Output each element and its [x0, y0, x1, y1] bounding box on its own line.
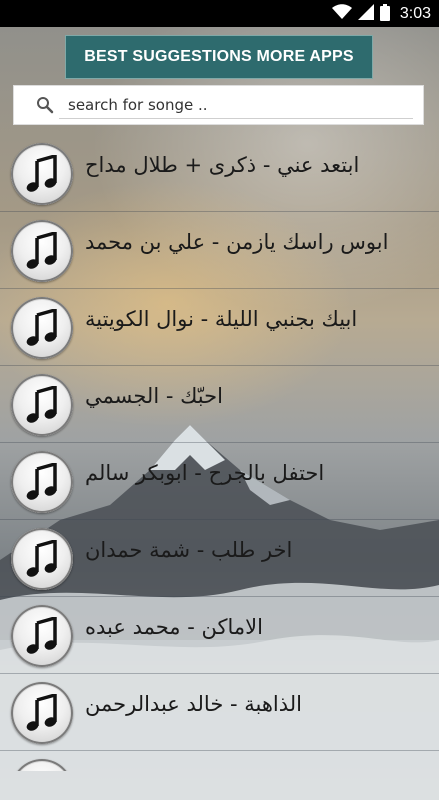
- wifi-icon: [331, 4, 352, 24]
- search-bar: [13, 85, 424, 125]
- song-title: احتفل بالجرح - ابوبكر سالم: [85, 461, 325, 485]
- song-row[interactable]: احبّك - الجسمي: [0, 366, 439, 443]
- song-title: احبّك - الجسمي: [85, 384, 223, 408]
- music-note-icon[interactable]: [11, 759, 73, 771]
- song-row[interactable]: ابتعد عني - ذكرى + طلال مداح: [0, 135, 439, 212]
- music-note-icon[interactable]: [11, 605, 73, 667]
- battery-icon: [379, 3, 390, 25]
- music-note-icon[interactable]: [11, 143, 73, 205]
- song-list: ابتعد عني - ذكرى + طلال مداح ابوس راسك ي…: [0, 135, 439, 771]
- status-time: 3:03: [399, 5, 431, 22]
- music-note-icon[interactable]: [11, 220, 73, 282]
- song-row[interactable]: اخر طلب - شمة حمدان: [0, 520, 439, 597]
- music-note-icon[interactable]: [11, 374, 73, 436]
- search-underline: [59, 118, 413, 119]
- song-title: الذاهبة - خالد عبدالرحمن: [85, 692, 302, 716]
- song-title: ابيك بجنبي الليلة - نوال الكويتية: [85, 307, 358, 331]
- music-note-icon[interactable]: [11, 528, 73, 590]
- song-title: ابتعد عني - ذكرى + طلال مداح: [85, 153, 360, 177]
- music-note-icon[interactable]: [11, 682, 73, 744]
- song-row[interactable]: الذاهبة - خالد عبدالرحمن: [0, 674, 439, 751]
- song-title: اخر طلب - شمة حمدان: [85, 538, 293, 562]
- song-row-partial[interactable]: [0, 751, 439, 771]
- best-suggestions-more-apps-button[interactable]: BEST SUGGESTIONS MORE APPS: [65, 35, 373, 79]
- song-row[interactable]: ابوس راسك يازمن - علي بن محمد: [0, 212, 439, 289]
- status-bar: 3:03: [0, 0, 439, 27]
- song-title: ابوس راسك يازمن - علي بن محمد: [85, 230, 389, 254]
- song-row[interactable]: ابيك بجنبي الليلة - نوال الكويتية: [0, 289, 439, 366]
- music-note-icon[interactable]: [11, 451, 73, 513]
- signal-icon: [357, 4, 374, 24]
- song-row[interactable]: الاماكن - محمد عبده: [0, 597, 439, 674]
- song-title: الاماكن - محمد عبده: [85, 615, 263, 639]
- music-note-icon[interactable]: [11, 297, 73, 359]
- search-input[interactable]: [66, 91, 418, 119]
- search-icon: [36, 96, 54, 114]
- song-row[interactable]: احتفل بالجرح - ابوبكر سالم: [0, 443, 439, 520]
